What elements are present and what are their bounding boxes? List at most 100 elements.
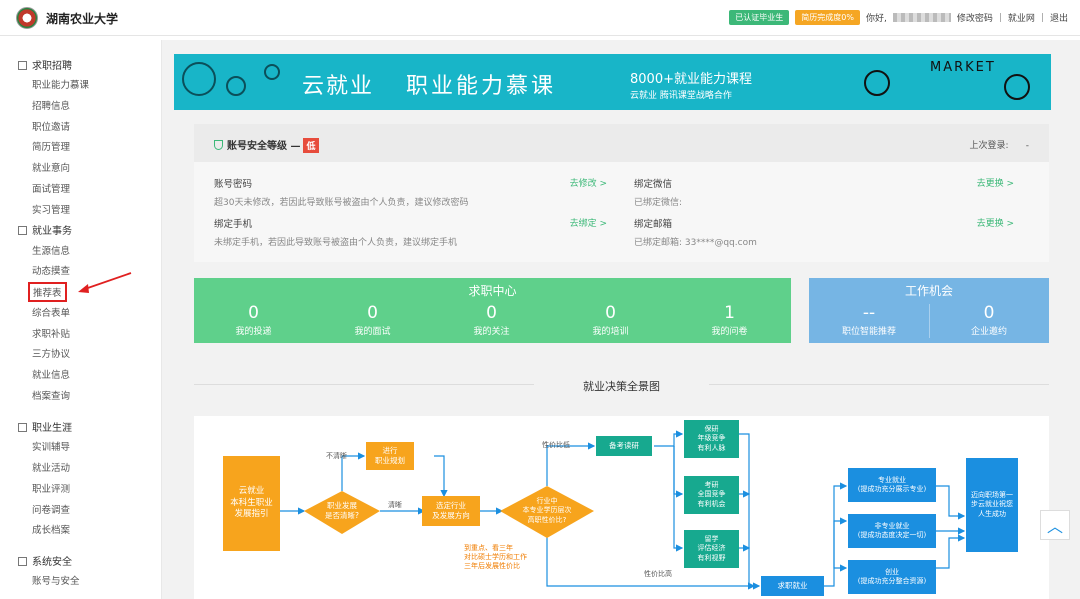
top-bar: 湖南农业大学 已认证毕业生 简历完成度0% 你好, 修改密码 | 就业网 | 退… xyxy=(0,0,1080,36)
university-logo xyxy=(16,7,38,29)
resume-completion-badge[interactable]: 简历完成度0% xyxy=(795,10,860,25)
sidebar-item-account-security[interactable]: 账号与安全 xyxy=(32,573,80,587)
wechat-setting: 绑定微信 已绑定微信: 去更换 > xyxy=(634,176,1014,208)
flow-nonprofessional-job-box: 非专业就业 (提成功态度决定一切) xyxy=(848,514,936,548)
security-title: 账号安全等级 — 低 xyxy=(214,137,319,153)
flow-label-high: 性价比高 xyxy=(644,570,672,578)
change-password-link[interactable]: 修改密码 xyxy=(957,11,993,24)
stat-company-invites[interactable]: 0 企业邀约 xyxy=(929,304,1049,337)
password-setting: 账号密码 超30天未修改，若因此导致账号被盗由个人负责，建议修改密码 去修改 > xyxy=(214,176,607,208)
cloud-icon xyxy=(864,70,890,96)
banner-course-count: 8000+就业能力课程 xyxy=(630,72,752,87)
sidebar-item-career-mooc[interactable]: 职业能力慕课 xyxy=(32,77,89,91)
flow-startup-box: 创业 (提成功充分整合资源) xyxy=(848,560,936,594)
banner-title-mooc: 职业能力慕课 xyxy=(406,74,557,99)
sidebar-item-activities[interactable]: 就业活动 xyxy=(32,460,70,474)
email-setting: 绑定邮箱 已绑定邮箱: 33****@qq.com 去更换 > xyxy=(634,216,1014,248)
banner-market-text: MARKET xyxy=(930,60,996,75)
sidebar-group-system-security[interactable]: 系统安全 xyxy=(18,553,72,568)
banner-partner: 云就业 腾讯课堂战略合作 xyxy=(630,91,732,101)
username-redacted xyxy=(892,13,951,22)
stat-deliveries[interactable]: 0 我的投递 xyxy=(194,304,313,337)
sidebar-group-employment-affairs[interactable]: 就业事务 xyxy=(18,222,72,237)
divider: | xyxy=(998,12,1002,23)
job-center-panel: 求职中心 0 我的投递 0 我的面试 0 我的关注 0 我的培训 1 我的问卷 xyxy=(194,278,791,343)
sidebar-group-job-recruit[interactable]: 求职招聘 xyxy=(18,57,72,72)
sidebar-item-archive-query[interactable]: 档案查询 xyxy=(32,388,70,402)
divider: | xyxy=(1040,12,1044,23)
chevron-up-icon: ︿ xyxy=(1046,517,1063,536)
work-opportunity-title: 工作机会 xyxy=(904,284,953,298)
gear-icon xyxy=(226,76,246,96)
sidebar-item-general-form[interactable]: 综合表单 xyxy=(32,305,70,319)
collapse-icon xyxy=(18,423,27,432)
flow-diamond-clarity: 职业发展 是否清晰? xyxy=(325,501,359,520)
sidebar-item-growth-archive[interactable]: 成长档案 xyxy=(32,522,70,536)
flow-postgrad-recommend-box: 保研 年级竞争 有利人脉 xyxy=(684,420,739,458)
logout-link[interactable]: 退出 xyxy=(1050,11,1068,24)
sidebar-item-job-invite[interactable]: 职位邀请 xyxy=(32,119,70,133)
stat-interviews[interactable]: 0 我的面试 xyxy=(313,304,432,337)
sidebar-item-job-intention[interactable]: 就业意向 xyxy=(32,160,70,174)
atom-icon xyxy=(182,62,216,96)
security-level-bar: 账号安全等级 — 低 上次登录: - xyxy=(194,124,1049,162)
back-to-top-button[interactable]: ︿ xyxy=(1040,510,1070,540)
collapse-icon xyxy=(18,557,27,566)
greeting: 你好, xyxy=(865,14,887,24)
flow-career-plan-box: 进行 职业规划 xyxy=(366,442,414,470)
security-level-badge: 低 xyxy=(303,138,319,153)
flow-postgrad-exam-box: 考研 全国竞争 有利机会 xyxy=(684,476,739,514)
graduate-badge: 已认证毕业生 xyxy=(729,10,790,25)
mooc-banner[interactable]: 云就业 职业能力慕课 8000+就业能力课程 云就业 腾讯课堂战略合作 MARK… xyxy=(174,54,1051,110)
panorama-header: 就业决策全景图 xyxy=(194,370,1049,400)
collapse-icon xyxy=(18,226,27,235)
flow-label-unclear: 不清晰 xyxy=(326,452,347,460)
sidebar-group-career[interactable]: 职业生涯 xyxy=(18,419,72,434)
flow-study-abroad-box: 留学 评估经济 有利视野 xyxy=(684,530,739,568)
flow-label-low: 性价比低 xyxy=(542,441,570,449)
change-wechat-button[interactable]: 去更换 > xyxy=(977,176,1014,189)
flow-label-clear: 清晰 xyxy=(388,501,402,509)
flow-diamond-value: 行业中 本专业学历层次 高职性价比? xyxy=(522,497,572,524)
phone-setting: 绑定手机 未绑定手机，若因此导致账号被盗由个人负责，建议绑定手机 去绑定 > xyxy=(214,216,607,248)
flow-start-box: 云就业 本科生职业 发展指引 xyxy=(223,456,280,551)
flow-note: 到重点、看三年 对比硕士学历和工作 三年后发展性价比 xyxy=(464,544,527,571)
decision-flowchart: 云就业 本科生职业 发展指引 职业发展 是否清晰? 不清晰 清晰 进行 职业规划 选定行… xyxy=(194,416,1049,599)
work-opportunity-panel: 工作机会 -- 职位智能推荐 0 企业邀约 xyxy=(809,278,1049,343)
flow-final-box: 迈向职场第一 步云就业祝您 人生成功 xyxy=(966,458,1018,552)
change-email-button[interactable]: 去更换 > xyxy=(977,216,1014,229)
sidebar-item-source-info[interactable]: 生源信息 xyxy=(32,243,70,257)
panorama-title: 就业决策全景图 xyxy=(583,380,660,393)
sidebar-item-internship[interactable]: 实习管理 xyxy=(32,202,70,216)
main-content: 云就业 职业能力慕课 8000+就业能力课程 云就业 腾讯课堂战略合作 MARK… xyxy=(162,40,1080,599)
sidebar-item-training[interactable]: 实训辅导 xyxy=(32,439,70,453)
collapse-icon xyxy=(18,61,27,70)
flow-select-industry-box: 选定行业 及发展方向 xyxy=(422,496,480,526)
sidebar-item-employment-info[interactable]: 就业信息 xyxy=(32,367,70,381)
sidebar-item-tripartite[interactable]: 三方协议 xyxy=(32,346,70,360)
sidebar-item-recommendation-form[interactable]: 推荐表 xyxy=(28,282,67,302)
sidebar: 求职招聘 职业能力慕课 招聘信息 职位邀请 简历管理 就业意向 面试管理 实习管… xyxy=(0,40,162,599)
banner-title-brand: 云就业 xyxy=(302,74,375,99)
stat-job-recommend[interactable]: -- 职位智能推荐 xyxy=(809,304,929,337)
bulb-icon xyxy=(264,64,280,80)
flow-exam-prep-box: 备考读研 xyxy=(596,436,652,456)
stat-trainings[interactable]: 0 我的培训 xyxy=(551,304,670,337)
sidebar-item-dynamic-survey[interactable]: 动态摸查 xyxy=(32,263,70,277)
change-password-button[interactable]: 去修改 > xyxy=(570,176,607,189)
sidebar-item-resume[interactable]: 简历管理 xyxy=(32,139,70,153)
sidebar-item-interview[interactable]: 面试管理 xyxy=(32,181,70,195)
sidebar-item-questionnaire[interactable]: 问卷调查 xyxy=(32,502,70,516)
sidebar-item-career-assessment[interactable]: 职业评测 xyxy=(32,481,70,495)
bind-phone-button[interactable]: 去绑定 > xyxy=(570,216,607,229)
atom-icon xyxy=(1004,74,1030,100)
stat-questionnaires[interactable]: 1 我的问卷 xyxy=(670,304,789,337)
last-login: 上次登录: - xyxy=(969,141,1029,151)
stat-follows[interactable]: 0 我的关注 xyxy=(432,304,551,337)
employment-site-link[interactable]: 就业网 xyxy=(1008,11,1035,24)
job-center-title: 求职中心 xyxy=(468,284,517,298)
sidebar-item-recruit-info[interactable]: 招聘信息 xyxy=(32,98,70,112)
account-security-panel: 账号密码 超30天未修改，若因此导致账号被盗由个人负责，建议修改密码 去修改 >… xyxy=(194,162,1049,262)
flow-job-seeking-box: 求职就业 xyxy=(761,576,824,596)
sidebar-item-job-subsidy[interactable]: 求职补贴 xyxy=(32,326,70,340)
